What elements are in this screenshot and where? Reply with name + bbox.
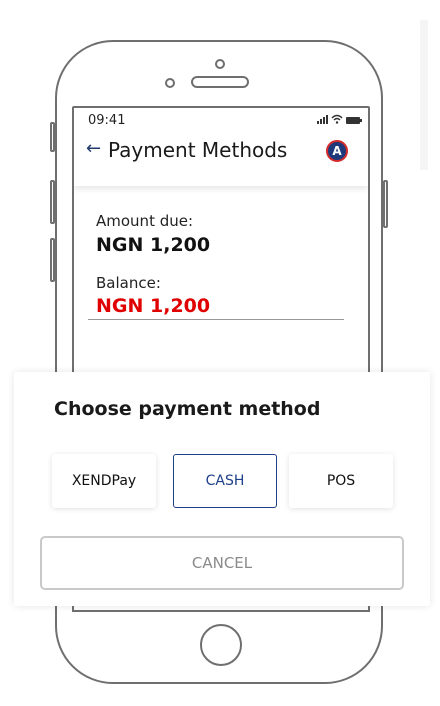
balance-label: Balance: (96, 274, 161, 292)
wifi-icon (331, 114, 343, 124)
payment-method-sheet: Choose payment method XENDPay CASH POS C… (14, 372, 430, 606)
back-arrow-icon[interactable]: ← (86, 138, 101, 159)
side-button-power (383, 180, 388, 228)
front-camera (215, 59, 225, 69)
side-button-mute (50, 122, 55, 152)
status-icons (317, 114, 362, 124)
home-button[interactable] (200, 624, 242, 666)
signal-icon (317, 115, 328, 124)
sheet-title: Choose payment method (54, 398, 321, 420)
avatar-icon[interactable]: A (326, 140, 348, 162)
page-title: Payment Methods (108, 138, 288, 162)
status-time: 09:41 (88, 113, 126, 128)
proximity-sensor (165, 78, 175, 88)
summary-divider (88, 319, 344, 320)
method-option-xendpay[interactable]: XENDPay (52, 454, 156, 508)
balance-value: NGN 1,200 (96, 295, 211, 317)
amount-due-value: NGN 1,200 (96, 234, 211, 256)
method-option-cash[interactable]: CASH (173, 454, 277, 508)
amount-due-label: Amount due: (96, 212, 194, 230)
battery-icon (346, 117, 362, 124)
cancel-button[interactable]: CANCEL (40, 536, 404, 590)
side-button-volume-down (50, 238, 55, 282)
side-button-volume-up (50, 180, 55, 224)
app-header: 09:41 ← Payment Methods A (74, 108, 368, 186)
method-option-pos[interactable]: POS (289, 454, 393, 508)
background-edge (420, 20, 428, 170)
screen-bottom-edge (72, 610, 370, 612)
earpiece-speaker (191, 76, 249, 88)
